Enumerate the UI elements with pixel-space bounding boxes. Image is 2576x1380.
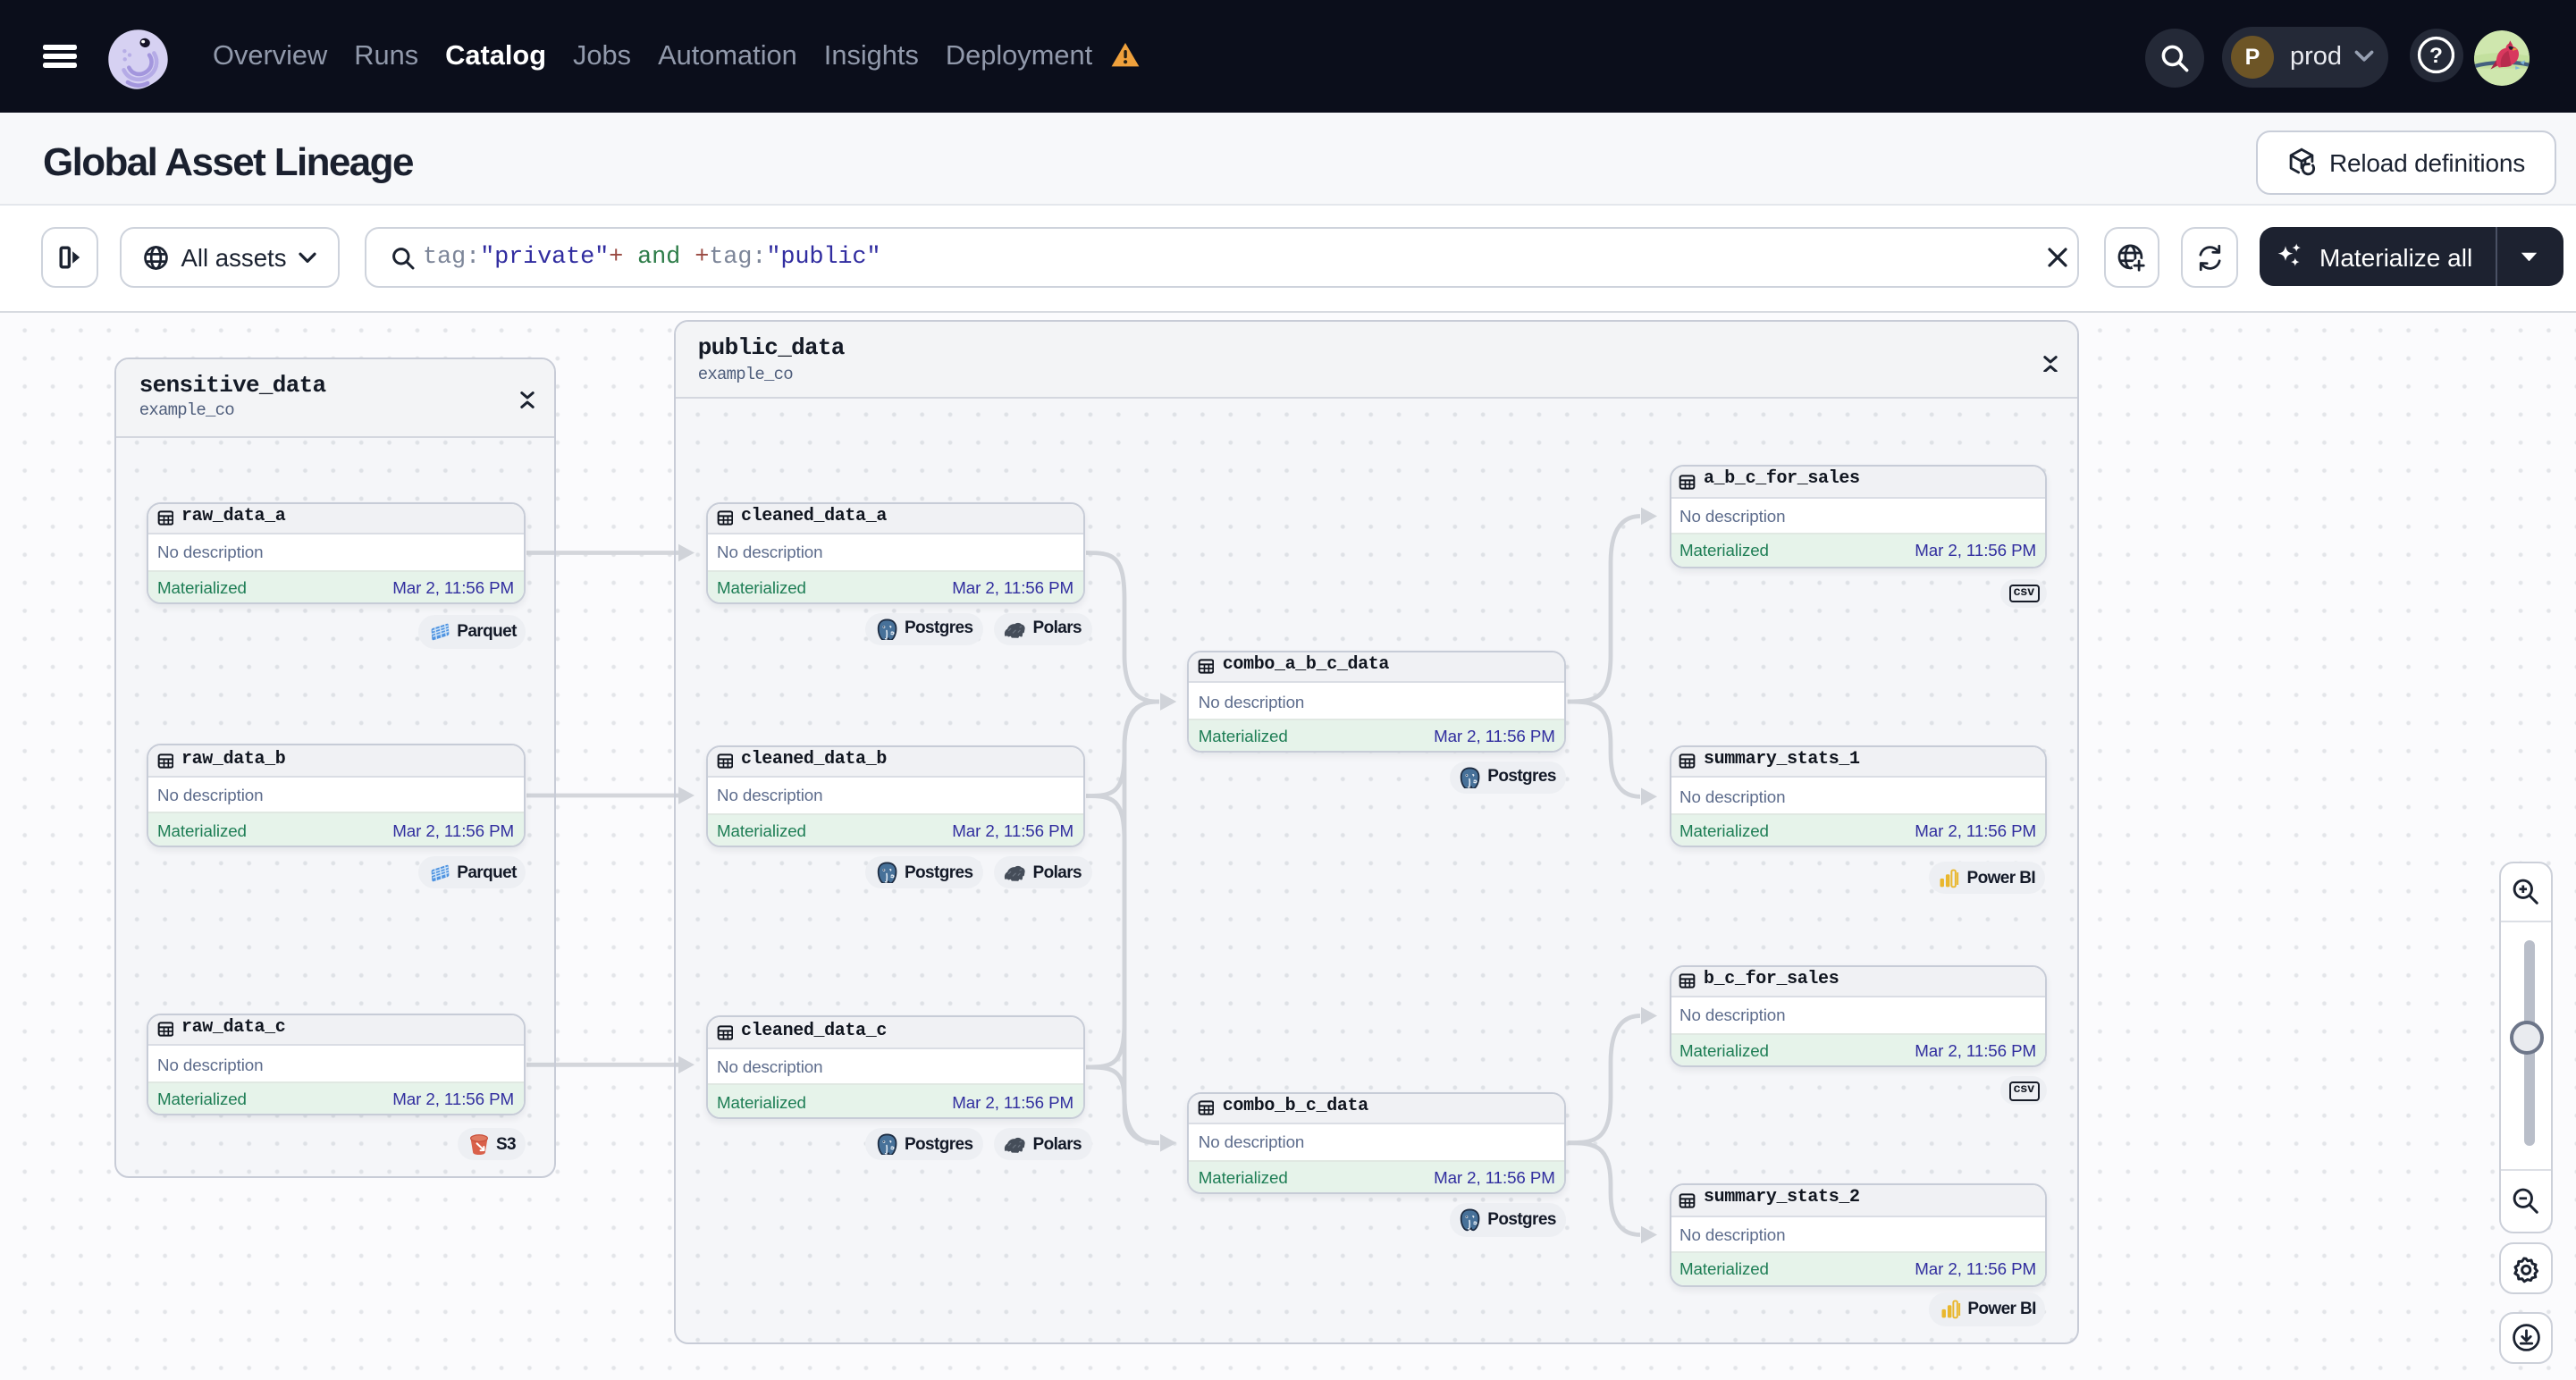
svg-text:?: ? — [2429, 45, 2443, 69]
